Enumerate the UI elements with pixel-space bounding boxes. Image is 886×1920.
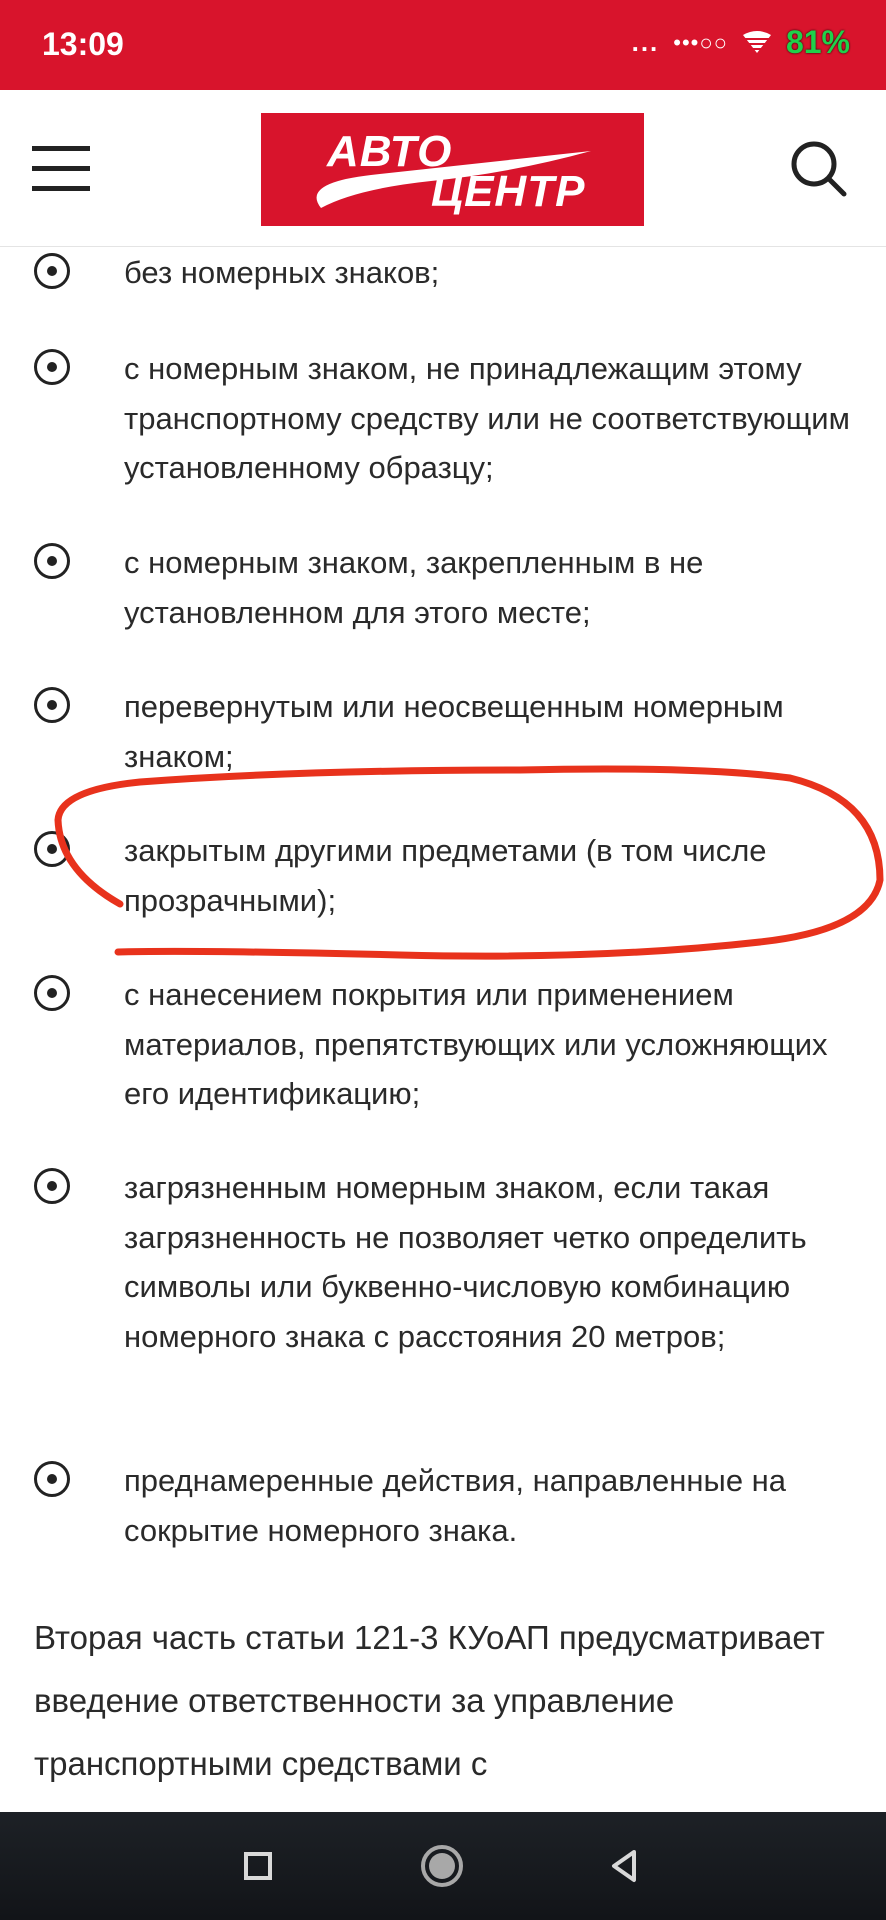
list-item-text: преднамеренные действия, направленные на… bbox=[124, 1463, 787, 1548]
radio-bullet-icon bbox=[34, 253, 70, 289]
recents-square-icon[interactable] bbox=[232, 1840, 284, 1892]
radio-bullet-icon bbox=[34, 543, 70, 579]
radio-bullet-icon bbox=[34, 349, 70, 385]
article-paragraph: Вторая часть статьи 121-3 КУоАП предусма… bbox=[34, 1619, 825, 1782]
status-icons: ... •••○○ 81% bbox=[632, 24, 850, 61]
search-icon[interactable] bbox=[790, 140, 848, 198]
signal-icon: •••○○ bbox=[673, 29, 728, 55]
radio-bullet-icon bbox=[34, 1461, 70, 1497]
app-header: АВТО ЦЕНТР bbox=[0, 90, 886, 247]
back-triangle-icon[interactable] bbox=[600, 1840, 652, 1892]
notification-dots: ... bbox=[631, 27, 660, 57]
menu-icon[interactable] bbox=[32, 146, 90, 192]
site-logo[interactable]: АВТО ЦЕНТР bbox=[261, 113, 644, 226]
list-item-text: с номерным знаком, закрепленным в не уст… bbox=[124, 545, 704, 630]
logo-text-line2: ЦЕНТР bbox=[431, 167, 586, 216]
radio-bullet-icon bbox=[34, 831, 70, 867]
status-bar: 13:09 ... •••○○ 81% bbox=[0, 0, 886, 90]
radio-bullet-icon bbox=[34, 1168, 70, 1204]
list-item-text: закрытым другими предметами (в том числе… bbox=[124, 833, 767, 918]
list-item-text: с нанесением покрытия или применением ма… bbox=[124, 977, 828, 1111]
home-circle-icon[interactable] bbox=[416, 1840, 468, 1892]
list-item-text: перевернутым или неосвещенным номерным з… bbox=[124, 689, 784, 774]
radio-bullet-icon bbox=[34, 975, 70, 1011]
wifi-icon bbox=[742, 30, 771, 53]
list-item-text: загрязненным номерным знаком, если такая… bbox=[124, 1170, 807, 1354]
battery-level: 81% bbox=[785, 24, 850, 60]
status-time: 13:09 bbox=[42, 26, 124, 62]
list-item-text: с номерным знаком, не принадлежащим этом… bbox=[124, 351, 850, 485]
list-item-text: без номерных знаков; bbox=[124, 255, 440, 290]
system-nav-bar bbox=[0, 1812, 886, 1920]
radio-bullet-icon bbox=[34, 687, 70, 723]
